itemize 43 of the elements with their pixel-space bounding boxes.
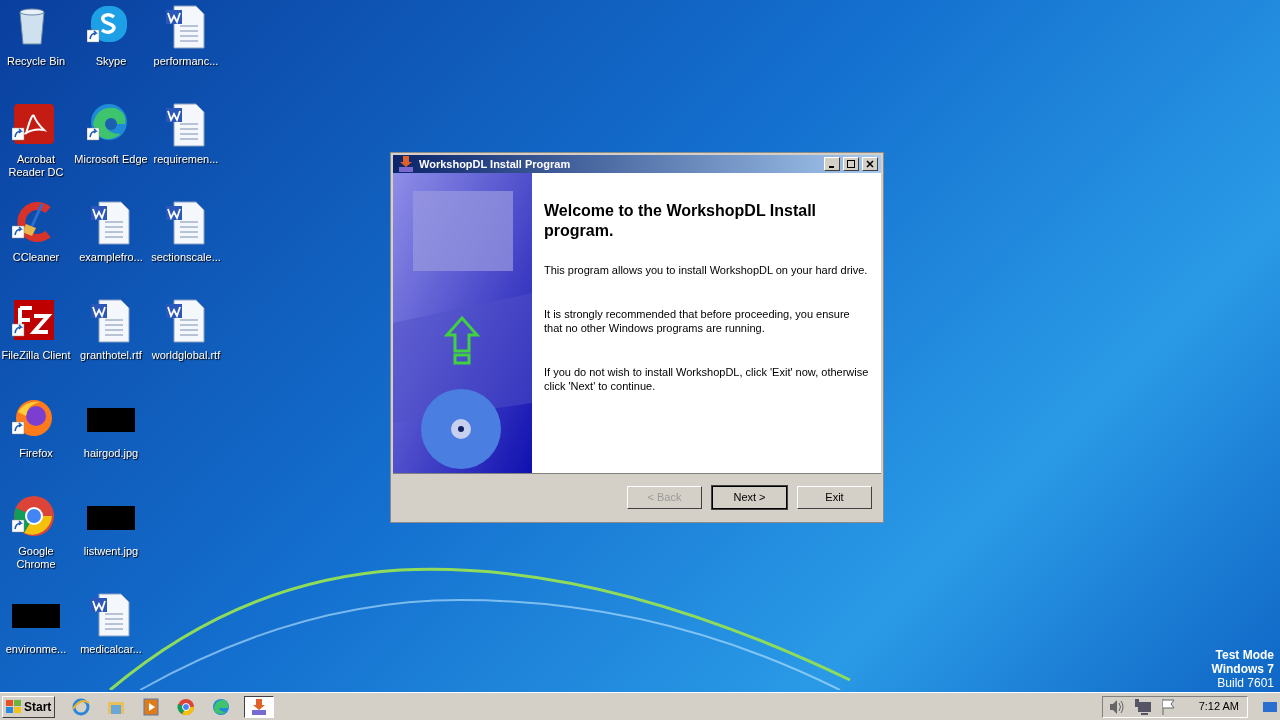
dialog-button[interactable]: Exit [797,485,872,509]
body-text: If you do not wish to install WorkshopDL, click 'Exit' now, otherwise click 'Next' to continue. [544,365,869,393]
desktop-icon-label[interactable]: hairgod.jpg [83,447,139,460]
desktop-icon-label[interactable]: Recycle Bin [6,55,66,68]
desktop-icon-label[interactable]: requiremen... [153,153,219,166]
windows-logo-icon [6,699,22,714]
welcome-heading: Welcome to the WorkshopDL Install program. [544,201,818,241]
desktop-icon-label[interactable]: environme... [5,643,67,656]
clock: 7:12 AM [1198,699,1239,715]
desktop-icon-label[interactable]: Microsoft Edge [74,153,148,166]
edge-logo-icon [211,696,232,717]
minimize-button[interactable] [824,157,840,171]
desktop-icon-label[interactable]: medicalcar... [80,643,142,656]
desktop-icon-label[interactable]: Google Chrome [0,545,74,571]
close-button[interactable] [862,157,878,171]
network-icon[interactable] [1132,696,1153,717]
media-player-icon [141,696,162,717]
maximize-button[interactable] [843,157,859,171]
desktop-icon-label[interactable]: Acrobat Reader DC [0,153,74,179]
desktop-icon-label[interactable]: listwent.jpg [83,545,139,558]
body-text: This program allows you to install WorkshopDL on your hard drive. [544,263,869,277]
body-text: It is strongly recommended that before proceeding, you ensure that no other Windows programs are running. [544,307,851,335]
desktop-icon-label[interactable]: Firefox [19,447,53,460]
close-icon [866,160,874,168]
installer-icon [396,154,416,174]
desktop-icon-label[interactable]: examplefro... [79,251,143,264]
test-mode-text: Test Mode [1215,648,1274,662]
desktop-icon-label[interactable]: performanc... [153,55,219,68]
start-button[interactable]: Start [2,695,56,718]
desktop-icon-label[interactable]: Skype [95,55,127,68]
taskbar-button[interactable] [244,695,275,718]
maximize-icon [847,160,855,168]
test-mode-text: Build 7601 [1217,676,1274,690]
desktop-icon-label[interactable]: sectionscale... [151,251,221,264]
test-mode-text: Windows 7 [1211,662,1274,676]
chrome-logo-icon [176,696,197,717]
desktop-icon-label[interactable]: FileZilla Client [1,349,71,362]
desktop-icon-label[interactable]: granthotel.rtf [80,349,142,362]
window-title: WorkshopDL Install Program [419,156,572,172]
desktop-icon-label[interactable]: CCleaner [12,251,60,264]
desktop-icon-label[interactable]: worldglobal.rtf [151,349,221,362]
dialog-button[interactable]: Next > [712,485,787,509]
ie-icon [71,696,92,717]
